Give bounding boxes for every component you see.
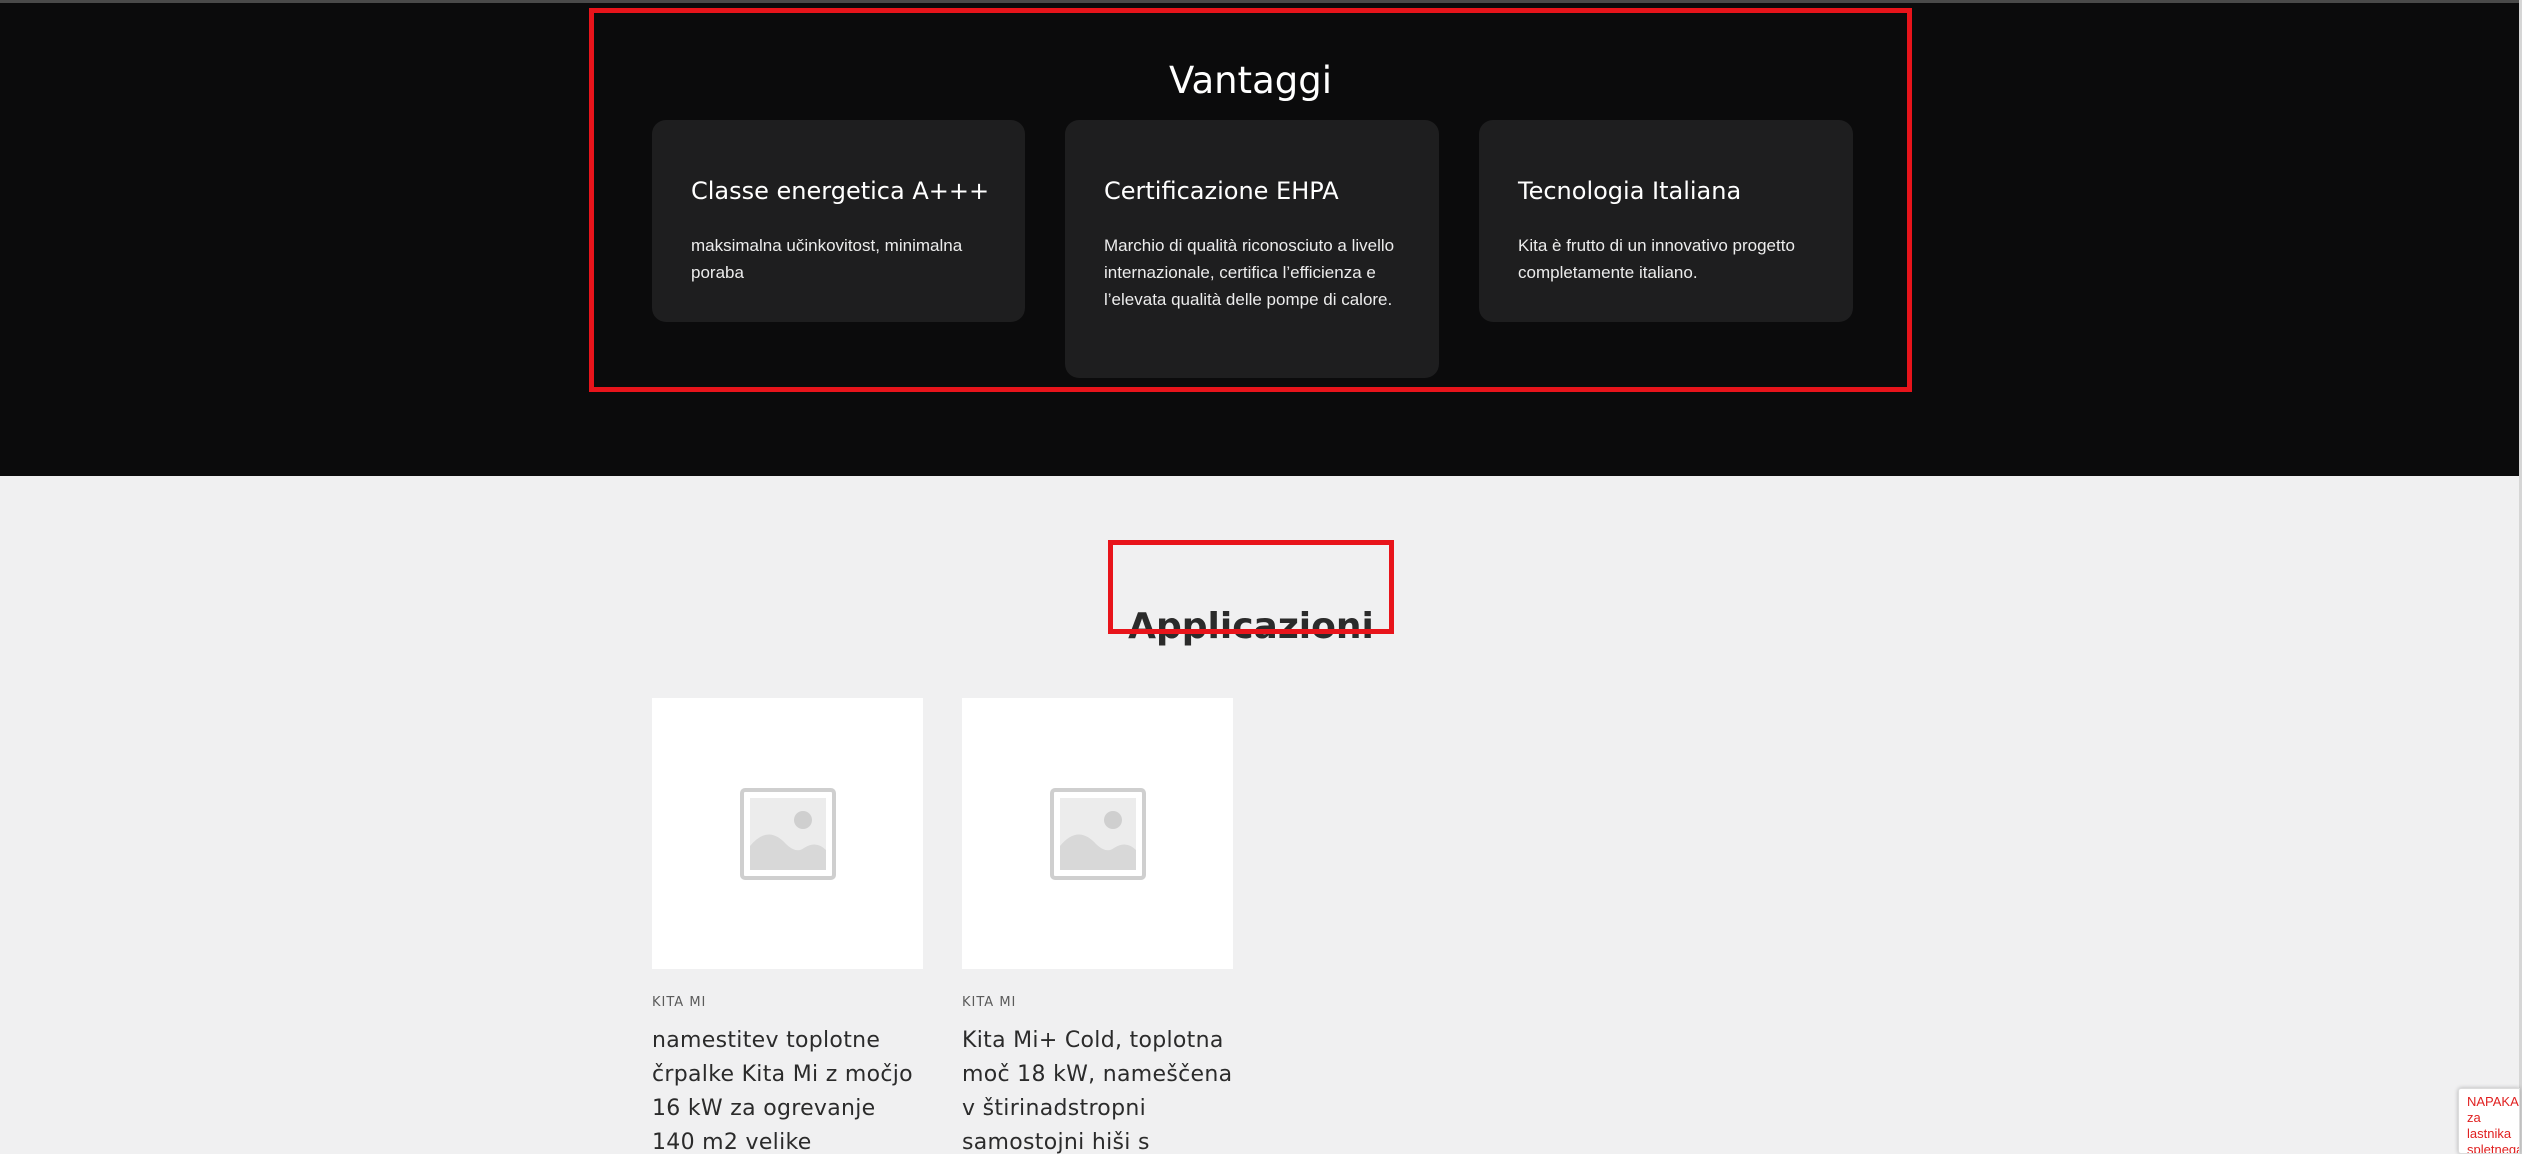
- recaptcha-error-badge[interactable]: NAPAKA za lastnika spletnega mesta: neve…: [2458, 1088, 2520, 1154]
- advantage-card-energy-class: Classe energetica A+++ maksimalna učinko…: [652, 120, 1025, 322]
- product-title[interactable]: Kita Mi+ Cold, toplotna moč 18 kW, nameš…: [962, 1024, 1233, 1154]
- advantage-card-ehpa: Certificazione EHPA Marchio di qualità r…: [1065, 120, 1439, 378]
- product-category[interactable]: KITA MI: [652, 995, 923, 1010]
- vantaggi-title: Vantaggi: [1169, 58, 1332, 102]
- advantage-card-title: Classe energetica A+++: [691, 177, 990, 205]
- applicazioni-title: Applicazioni: [1128, 605, 1374, 647]
- advantage-card-text: maksimalna učinkovitost, minimalna porab…: [691, 236, 963, 282]
- image-placeholder-icon: [739, 787, 836, 880]
- image-placeholder-icon: [1049, 787, 1146, 880]
- product-image-link[interactable]: [962, 698, 1233, 969]
- advantage-card-text: Kita è frutto di un innovativo progetto …: [1518, 236, 1795, 282]
- product-title[interactable]: namestitev toplotne črpalke Kita Mi z mo…: [652, 1024, 923, 1154]
- advantage-card-italian-technology: Tecnologia Italiana Kita è frutto di un …: [1479, 120, 1853, 322]
- advantage-card-text: Marchio di qualità riconosciuto a livell…: [1104, 236, 1395, 309]
- product-image-link[interactable]: [652, 698, 923, 969]
- product-card[interactable]: KITA MI namestitev toplotne črpalke Kita…: [652, 698, 923, 1154]
- product-card[interactable]: KITA MI Kita Mi+ Cold, toplotna moč 18 k…: [962, 698, 1233, 1154]
- advantage-card-title: Tecnologia Italiana: [1518, 177, 1742, 205]
- page: Vantaggi Classe energetica A+++ maksimal…: [0, 0, 2522, 1154]
- advantage-card-title: Certificazione EHPA: [1104, 177, 1339, 205]
- product-category[interactable]: KITA MI: [962, 995, 1233, 1010]
